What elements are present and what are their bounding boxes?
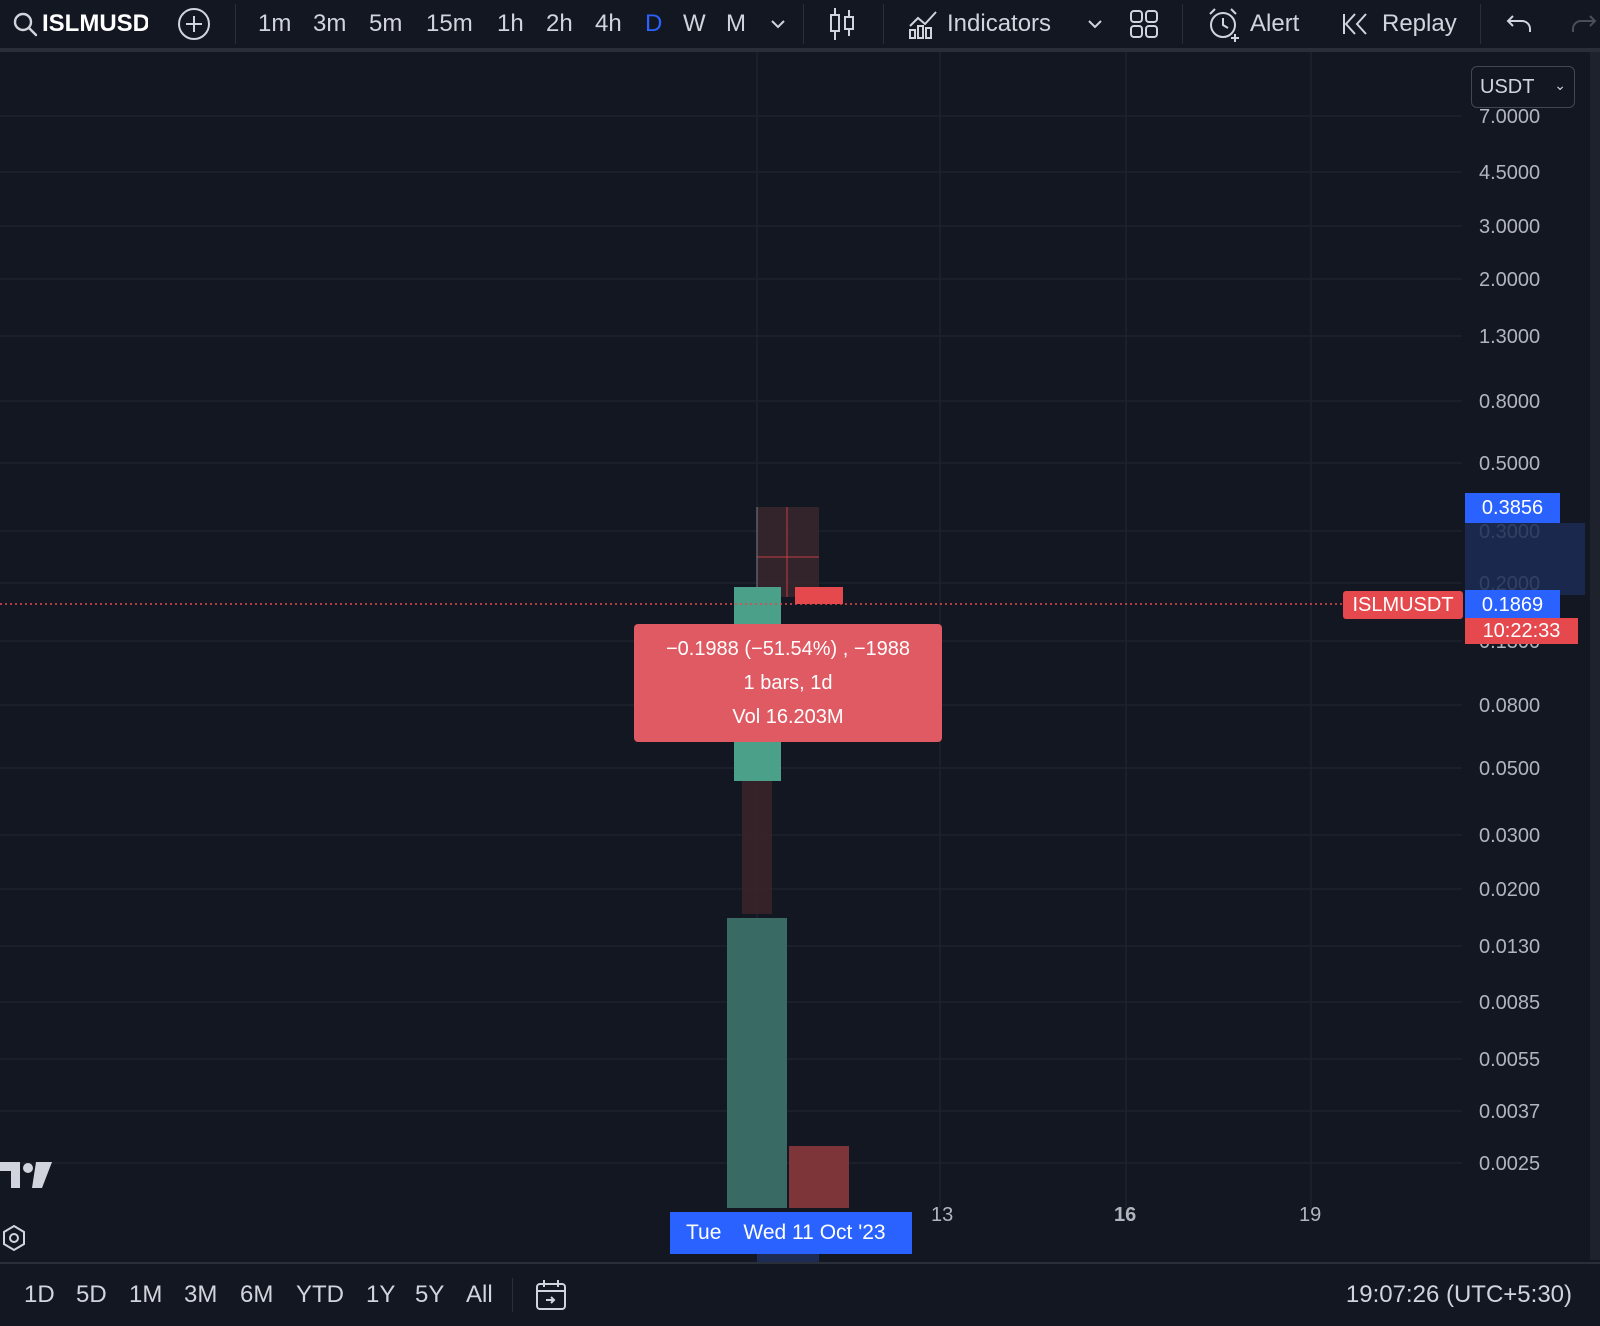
range-shade-lower <box>742 776 772 914</box>
alert-button[interactable]: Alert <box>1206 0 1299 48</box>
interval-w[interactable]: W <box>683 0 706 48</box>
price-axis-label: 0.0085 <box>1479 992 1540 1014</box>
chart-type-button[interactable] <box>828 0 856 48</box>
chevron-down-icon <box>1088 20 1102 29</box>
bar-countdown-tag: 10:22:33 <box>1465 618 1578 644</box>
currency-select[interactable]: USDT ⌄ <box>1471 66 1575 108</box>
range-5y[interactable]: 5Y <box>415 1264 444 1326</box>
indicators-icon <box>909 11 937 39</box>
toolbar-divider <box>803 4 804 44</box>
range-all[interactable]: All <box>466 1264 493 1326</box>
indicators-label: Indicators <box>947 10 1052 37</box>
top-toolbar: ISLMUSDT 1m 3m 5m 15m 1h 2h 4h D W M <box>0 0 1600 52</box>
time-axis-highlight: Tue Wed 11 Oct '23 <box>670 1212 912 1254</box>
measure-bars: 1 bars, 1d <box>743 672 833 694</box>
measure-volume: Vol 16.203M <box>732 706 844 728</box>
compare-symbol-button[interactable] <box>176 0 212 48</box>
redo-button[interactable] <box>1570 0 1598 48</box>
plus-circle-icon <box>178 8 210 40</box>
price-axis-label: 0.0130 <box>1479 936 1540 958</box>
interval-m[interactable]: M <box>726 0 746 48</box>
price-axis-label: 0.8000 <box>1479 391 1540 413</box>
indicators-dropdown[interactable] <box>1086 0 1104 48</box>
range-1m[interactable]: 1M <box>129 1264 162 1326</box>
interval-1m[interactable]: 1m <box>258 0 291 48</box>
symbol-price-tag: ISLMUSDT <box>1343 591 1463 619</box>
price-axis-label: 7.0000 <box>1479 106 1540 128</box>
last-price-tag: 0.1869 <box>1465 590 1560 620</box>
tradingview-logo[interactable] <box>0 1160 56 1190</box>
interval-d[interactable]: D <box>645 0 662 48</box>
volume-bar-up <box>727 918 787 1208</box>
interval-15m[interactable]: 15m <box>426 0 473 48</box>
measure-tooltip: −0.1988 (−51.54%) , −1988 1 bars, 1d Vol… <box>634 624 942 742</box>
layout-button[interactable] <box>1129 0 1159 48</box>
candlestick-icon <box>830 8 854 40</box>
price-axis-label: 0.0025 <box>1479 1153 1540 1175</box>
measure-range-shade <box>757 507 819 597</box>
price-axis-label: 2.0000 <box>1479 269 1540 291</box>
range-1y[interactable]: 1Y <box>366 1264 395 1326</box>
price-axis-label: 1.3000 <box>1479 326 1540 348</box>
time-highlight-start: Tue <box>686 1221 722 1244</box>
goto-date-button[interactable] <box>534 1264 568 1326</box>
price-axis-label: 0.0800 <box>1479 695 1540 717</box>
price-axis-label: 3.0000 <box>1479 216 1540 238</box>
interval-5m[interactable]: 5m <box>369 0 402 48</box>
price-axis-measure-shade <box>1465 523 1585 595</box>
indicators-button[interactable]: Indicators <box>907 0 1051 48</box>
measure-change: −0.1988 (−51.54%) , −1988 <box>665 638 911 660</box>
timezone-clock[interactable]: 19:07:26 (UTC+5:30) <box>1346 1264 1572 1326</box>
calendar-icon <box>536 1280 566 1310</box>
time-tick-19: 19 <box>1299 1204 1321 1226</box>
range-6m[interactable]: 6M <box>240 1264 273 1326</box>
replay-label: Replay <box>1382 10 1457 37</box>
price-axis-label: 0.5000 <box>1479 453 1540 475</box>
toolbar-divider <box>883 4 884 44</box>
range-1d[interactable]: 1D <box>24 1264 55 1326</box>
price-axis-label: 0.0055 <box>1479 1049 1540 1071</box>
interval-4h[interactable]: 4h <box>595 0 622 48</box>
bottom-divider <box>512 1278 513 1312</box>
chevron-down-icon <box>771 20 785 29</box>
interval-2h[interactable]: 2h <box>546 0 573 48</box>
alert-label: Alert <box>1250 10 1300 37</box>
redo-icon <box>1572 15 1597 32</box>
volume-bar-down <box>789 1146 849 1208</box>
interval-1h[interactable]: 1h <box>497 0 524 48</box>
interval-3m[interactable]: 3m <box>313 0 346 48</box>
toolbar-divider <box>1480 4 1481 44</box>
replay-button[interactable]: Replay <box>1342 0 1457 48</box>
currency-label: USDT <box>1480 75 1535 98</box>
symbol-search[interactable]: ISLMUSDT <box>12 0 148 48</box>
toolbar-divider <box>235 4 236 44</box>
symbol-name: ISLMUSDT <box>42 10 148 37</box>
time-axis-range-shade <box>757 1254 819 1262</box>
alarm-clock-icon <box>1209 8 1239 42</box>
time-tick-16: 16 <box>1114 1204 1136 1226</box>
range-3m[interactable]: 3M <box>184 1264 217 1326</box>
search-icon <box>13 12 38 37</box>
undo-icon <box>1506 15 1531 32</box>
candle-down <box>795 587 843 604</box>
undo-button[interactable] <box>1505 0 1533 48</box>
right-scroll-strip[interactable] <box>1590 52 1600 1260</box>
rewind-icon <box>1343 13 1367 35</box>
bottom-toolbar: 1D 5D 1M 3M 6M YTD 1Y 5Y All 19:07:26 (U… <box>0 1262 1600 1326</box>
range-ytd[interactable]: YTD <box>296 1264 344 1326</box>
interval-dropdown[interactable] <box>769 0 787 48</box>
price-axis-label: 0.0200 <box>1479 879 1540 901</box>
time-tick-13: 13 <box>931 1204 953 1226</box>
price-axis-label: 4.5000 <box>1479 162 1540 184</box>
price-axis-label: 0.0300 <box>1479 825 1540 847</box>
chevron-down-icon: ⌄ <box>1554 77 1566 93</box>
time-highlight-date: Wed 11 Oct '23 <box>743 1221 886 1244</box>
price-axis-label: 0.0037 <box>1479 1101 1540 1123</box>
grid-icon <box>1130 10 1158 38</box>
toolbar-divider <box>1182 4 1183 44</box>
range-5d[interactable]: 5D <box>76 1264 107 1326</box>
gear-icon[interactable] <box>0 1224 28 1252</box>
crosshair-price-tag: 0.3856 <box>1465 493 1560 523</box>
price-axis-label: 0.0500 <box>1479 758 1540 780</box>
